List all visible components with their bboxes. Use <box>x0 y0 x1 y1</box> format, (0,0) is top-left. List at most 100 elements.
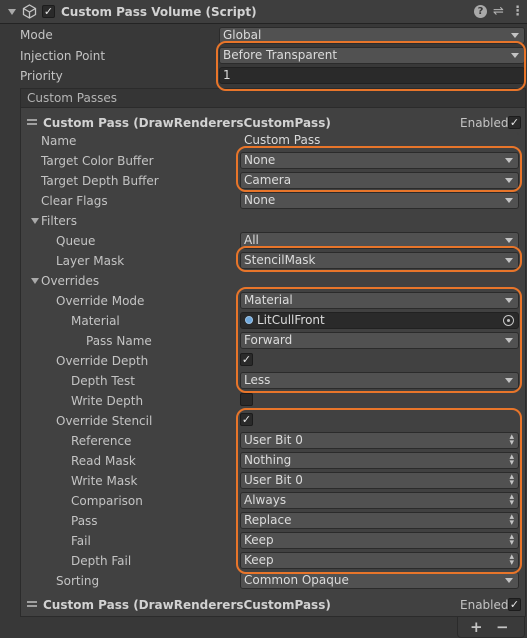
context-menu-icon[interactable]: ⋮ <box>511 4 524 19</box>
depth-fail-dropdown[interactable]: Keep ▴ ▾ <box>240 552 519 569</box>
pass1-enabled-label: Enabled <box>460 116 509 130</box>
pass2-enabled-checkbox[interactable]: ✓ <box>508 598 521 611</box>
component-header[interactable]: ✓ Custom Pass Volume (Script) ? ⇌ ⋮ <box>0 0 527 24</box>
chevron-down-icon <box>505 298 513 303</box>
queue-value: All <box>244 233 259 247</box>
overrides-label[interactable]: Overrides <box>41 274 99 288</box>
target-color-label: Target Color Buffer <box>41 154 154 168</box>
pass-label: Pass <box>71 514 98 528</box>
material-value: LitCullFront <box>257 313 325 327</box>
layer-mask-label: Layer Mask <box>56 254 125 268</box>
read-mask-label: Read Mask <box>71 454 136 468</box>
sorting-label: Sorting <box>56 574 100 588</box>
fail-label: Fail <box>71 534 91 548</box>
name-label: Name <box>41 134 77 148</box>
chevron-down-icon <box>505 258 513 263</box>
chevron-down-icon <box>505 578 513 583</box>
reference-label: Reference <box>71 434 132 448</box>
target-depth-label: Target Depth Buffer <box>41 174 159 188</box>
script-icon <box>22 4 37 19</box>
queue-label: Queue <box>56 234 96 248</box>
chevron-down-icon <box>505 158 513 163</box>
layer-mask-dropdown[interactable]: StencilMask <box>240 252 519 269</box>
pass-name-dropdown[interactable]: Forward <box>240 332 519 349</box>
depth-test-label: Depth Test <box>71 374 135 388</box>
target-color-value: None <box>244 153 276 167</box>
pass2-enabled-label: Enabled <box>460 598 509 612</box>
chevron-down-icon <box>505 238 513 243</box>
preset-icon[interactable]: ⇌ <box>493 4 504 19</box>
chevron-down-icon <box>511 53 519 58</box>
help-icon[interactable]: ? <box>474 5 487 18</box>
override-depth-checkbox[interactable]: ✓ <box>240 353 253 366</box>
depth-fail-label: Depth Fail <box>71 554 132 568</box>
injection-point-dropdown[interactable]: Before Transparent <box>219 47 525 64</box>
layer-mask-value: StencilMask <box>244 253 316 267</box>
custom-passes-title: Custom Passes <box>27 91 117 105</box>
filters-label[interactable]: Filters <box>41 214 77 228</box>
target-color-dropdown[interactable]: None <box>240 152 519 169</box>
pass1-enabled-checkbox[interactable]: ✓ <box>508 116 521 129</box>
priority-label: Priority <box>20 69 63 83</box>
pass2-title: Custom Pass (DrawRenderersCustomPass) <box>43 598 331 612</box>
material-sphere-icon <box>245 316 253 324</box>
component-enabled-checkbox[interactable]: ✓ <box>42 5 55 18</box>
add-pass-button[interactable]: + <box>470 618 483 636</box>
write-depth-label: Write Depth <box>71 394 144 408</box>
mode-label: Mode <box>20 28 53 42</box>
reference-value: User Bit 0 <box>244 433 303 447</box>
clear-flags-dropdown[interactable]: None <box>240 192 519 209</box>
write-mask-value: User Bit 0 <box>244 473 303 487</box>
override-depth-label: Override Depth <box>56 354 149 368</box>
remove-pass-button[interactable]: − <box>496 618 509 636</box>
priority-input[interactable]: 1 <box>219 67 525 84</box>
sorting-value: Common Opaque <box>244 573 349 587</box>
comparison-label: Comparison <box>71 494 143 508</box>
injection-point-label: Injection Point <box>20 49 106 63</box>
pass-name-value: Forward <box>244 333 293 347</box>
dual-arrow-icon: ▴ ▾ <box>509 552 514 568</box>
sorting-dropdown[interactable]: Common Opaque <box>240 572 519 589</box>
custom-passes-header: Custom Passes <box>20 88 526 108</box>
depth-test-value: Less <box>244 373 271 387</box>
mode-dropdown[interactable]: Global <box>219 27 525 44</box>
mode-value: Global <box>223 28 262 42</box>
drag-handle-icon[interactable] <box>27 601 37 607</box>
chevron-down-icon <box>505 178 513 183</box>
override-mode-label: Override Mode <box>56 294 145 308</box>
component-title: Custom Pass Volume (Script) <box>61 5 257 19</box>
dual-arrow-icon: ▴ ▾ <box>509 532 514 548</box>
material-object-field[interactable]: LitCullFront <box>240 312 519 329</box>
depth-test-dropdown[interactable]: Less <box>240 372 519 389</box>
pass1-title: Custom Pass (DrawRenderersCustomPass) <box>43 116 331 130</box>
comparison-dropdown[interactable]: Always ▴ ▾ <box>240 492 519 509</box>
pass-name-label: Pass Name <box>86 334 152 348</box>
dual-arrow-icon: ▴ ▾ <box>509 452 514 468</box>
chevron-down-icon <box>505 338 513 343</box>
object-picker-icon[interactable] <box>503 315 514 326</box>
pass-dropdown[interactable]: Replace ▴ ▾ <box>240 512 519 529</box>
read-mask-value: Nothing <box>244 453 292 467</box>
list-footer: + − <box>457 617 525 638</box>
filters-foldout-icon[interactable] <box>31 218 39 224</box>
pass-value: Replace <box>244 513 292 527</box>
foldout-arrow-icon[interactable] <box>8 9 16 15</box>
target-depth-dropdown[interactable]: Camera <box>240 172 519 189</box>
queue-dropdown[interactable]: All <box>240 232 519 249</box>
override-stencil-checkbox[interactable]: ✓ <box>240 413 253 426</box>
fail-dropdown[interactable]: Keep ▴ ▾ <box>240 532 519 549</box>
override-mode-dropdown[interactable]: Material <box>240 292 519 309</box>
chevron-down-icon <box>505 198 513 203</box>
clear-flags-value: None <box>244 193 276 207</box>
overrides-foldout-icon[interactable] <box>31 278 39 284</box>
dual-arrow-icon: ▴ ▾ <box>509 472 514 488</box>
write-mask-label: Write Mask <box>71 474 138 488</box>
reference-dropdown[interactable]: User Bit 0 ▴ ▾ <box>240 432 519 449</box>
dual-arrow-icon: ▴ ▾ <box>509 512 514 528</box>
drag-handle-icon[interactable] <box>27 119 37 125</box>
override-mode-value: Material <box>244 293 293 307</box>
write-mask-dropdown[interactable]: User Bit 0 ▴ ▾ <box>240 472 519 489</box>
name-input[interactable]: Custom Pass <box>240 132 519 149</box>
read-mask-dropdown[interactable]: Nothing ▴ ▾ <box>240 452 519 469</box>
write-depth-checkbox[interactable] <box>240 393 253 406</box>
